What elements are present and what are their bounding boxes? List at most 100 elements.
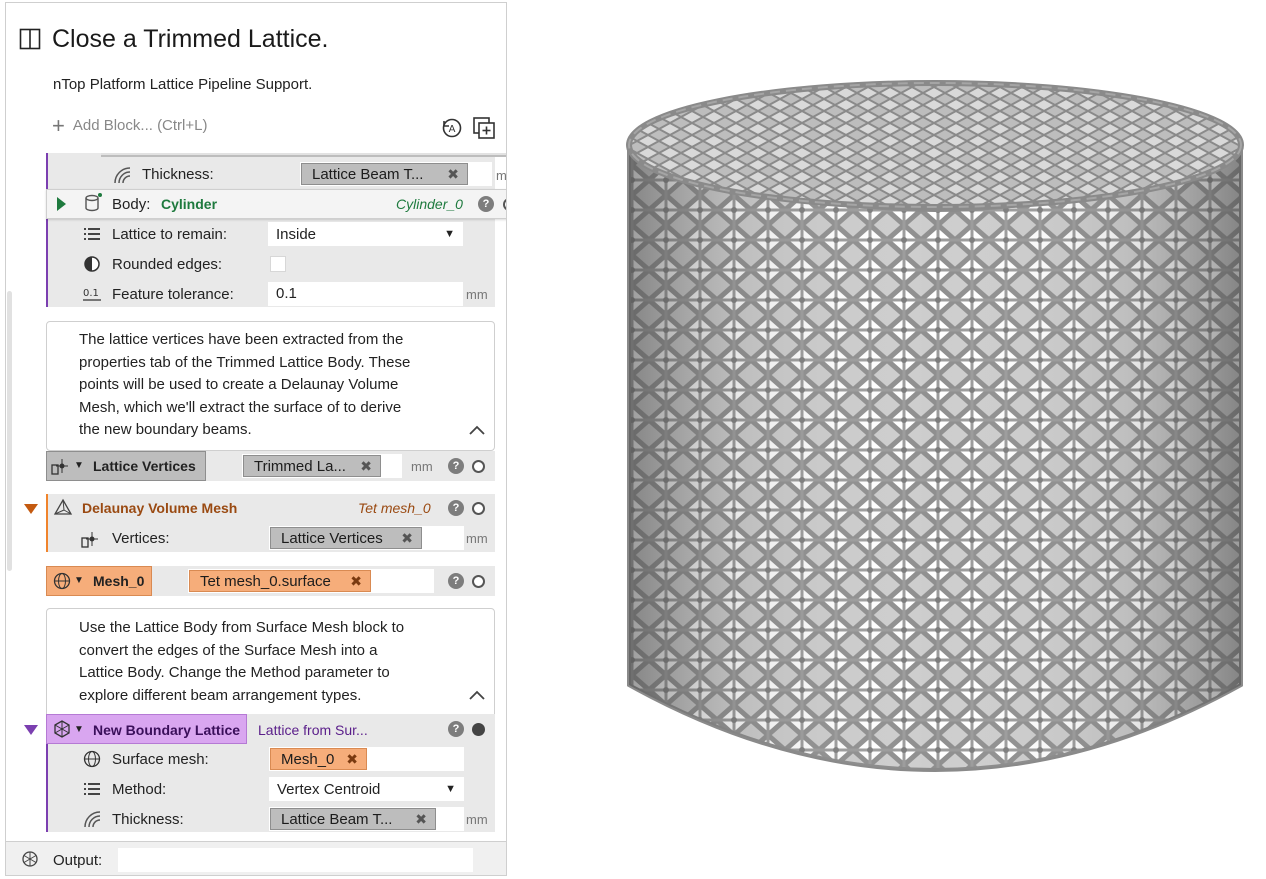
cylinder-icon [85,193,102,212]
output-toggle-icon[interactable] [472,502,485,515]
vertices-unit: mm [466,531,488,546]
half-circle-icon [84,256,100,272]
tetrahedron-icon [53,498,73,515]
rounded-checkbox[interactable] [270,256,286,272]
svg-text:A: A [449,124,456,135]
body-label: Body: [112,196,151,213]
chevron-down-icon[interactable]: ▼ [74,460,84,471]
dropdown-arrow-icon: ▼ [445,783,456,795]
help-icon[interactable]: ? [448,721,464,737]
collapse-chevron-icon[interactable] [468,689,486,701]
lattice-body-icon [54,720,70,738]
add-block-button[interactable]: + Add Block... (Ctrl+L) [52,112,208,138]
body-ref: Cylinder_0 [396,196,463,212]
note-line: Lattice Body. Change the Method paramete… [79,664,390,681]
note-line: properties tab of the Trimmed Lattice Bo… [79,353,411,371]
dropdown-arrow-icon: ▼ [444,228,455,240]
help-icon[interactable]: ? [448,573,464,589]
boundary-ref: Lattice from Sur... [258,722,368,738]
surface-mesh-chip-text: Mesh_0 [281,750,335,768]
scroll-overlap-edge [101,153,506,157]
help-icon[interactable]: ? [448,458,464,474]
surface-mesh-chip[interactable]: Mesh_0 ✖ [270,748,367,770]
output-icon [22,851,38,867]
auto-regenerate-icon[interactable]: A [440,116,464,140]
point-list-icon [51,459,68,475]
thickness-chip-text: Lattice Beam T... [312,165,424,183]
close-icon[interactable]: ✖ [415,811,427,828]
panel-layout-icon[interactable] [19,28,41,50]
boundary-name: New Boundary Lattice [93,722,241,738]
output-field[interactable] [118,848,473,872]
chevron-down-icon[interactable]: ▼ [74,575,84,586]
add-block-label: Add Block... (Ctrl+L) [72,117,208,134]
collapse-triangle-icon[interactable] [23,503,39,515]
surface-mesh-label: Surface mesh: [112,751,209,768]
note-2-text: Use the Lattice Body from Surface Mesh b… [79,617,479,707]
scrollbar[interactable] [7,291,12,571]
boundary-thickness-chip-text: Lattice Beam T... [281,810,393,828]
svg-text:0.1: 0.1 [83,288,99,299]
mesh-globe-icon [53,572,71,590]
add-group-icon[interactable] [472,116,496,140]
lattice-vertices-chip[interactable]: Trimmed La... ✖ [243,455,381,477]
list-icon [84,228,100,240]
close-icon[interactable]: ✖ [447,166,459,183]
note-line: convert the edges of the Surface Mesh in… [79,641,378,659]
thickness-icon [84,811,101,828]
rounded-label: Rounded edges: [112,256,223,273]
mesh0-name: Mesh_0 [93,573,145,589]
note-1-text: The lattice vertices have been extracted… [79,329,479,442]
note-line: the new boundary beams. [79,421,252,438]
remain-dropdown[interactable]: Inside ▼ [268,222,463,246]
list-icon [84,783,100,795]
note-line: Mesh, which we'll extract the surface of… [79,398,402,416]
thickness-icon [114,167,131,184]
thickness-chip[interactable]: Lattice Beam T... ✖ [301,163,468,185]
thickness-unit: mm [496,168,507,183]
help-icon[interactable]: ? [478,196,494,212]
vertices-chip-text: Lattice Vertices [281,529,383,547]
plus-icon: + [52,112,65,138]
notebook-title: Close a Trimmed Lattice. [52,25,329,53]
collapse-triangle-icon[interactable] [23,724,39,736]
vertices-label: Vertices: [112,530,170,547]
output-label: Output: [53,852,103,869]
tolerance-field[interactable]: 0.1 [268,282,463,306]
mesh0-chip-text: Tet mesh_0.surface [200,572,331,590]
output-toggle-icon[interactable] [472,460,485,473]
note-line: points will be used to create a Delaunay… [79,376,399,393]
output-toggle-icon[interactable] [472,575,485,588]
tolerance-label: Feature tolerance: [112,286,234,303]
chevron-down-icon[interactable]: ▼ [74,724,84,735]
close-icon[interactable]: ✖ [350,573,362,590]
boundary-thickness-chip[interactable]: Lattice Beam T... ✖ [270,808,436,830]
close-icon[interactable]: ✖ [401,530,413,547]
method-dropdown[interactable]: Vertex Centroid ▼ [269,777,464,801]
note-line: explore different beam arrangement types… [79,686,362,704]
tolerance-value: 0.1 [276,285,297,302]
lattice-cylinder-viewport[interactable] [615,75,1255,815]
method-label: Method: [112,781,167,798]
tolerance-unit: mm [466,287,488,302]
expand-triangle-icon[interactable] [55,196,67,212]
remain-label: Lattice to remain: [112,226,228,243]
mesh0-chip[interactable]: Tet mesh_0.surface ✖ [189,570,371,592]
lattice-vertices-name: Lattice Vertices [93,458,196,474]
output-toggle-icon[interactable] [472,723,485,736]
note-line: The lattice vertices have been extracted… [79,331,404,348]
method-value: Vertex Centroid [277,780,381,798]
boundary-thickness-unit: mm [466,812,488,827]
help-icon[interactable]: ? [448,500,464,516]
boundary-thickness-label: Thickness: [112,811,184,828]
collapse-chevron-icon[interactable] [468,424,486,436]
body-value[interactable]: Cylinder [161,196,217,212]
delaunay-name: Delaunay Volume Mesh [82,500,238,516]
lattice-vertices-unit: mm [411,459,433,474]
close-icon[interactable]: ✖ [346,751,358,768]
notebook-panel: Close a Trimmed Lattice. nTop Platform L… [5,2,507,876]
delaunay-ref: Tet mesh_0 [358,500,431,516]
vertices-chip[interactable]: Lattice Vertices ✖ [270,527,422,549]
close-icon[interactable]: ✖ [360,458,372,475]
thickness-label: Thickness: [142,166,214,183]
